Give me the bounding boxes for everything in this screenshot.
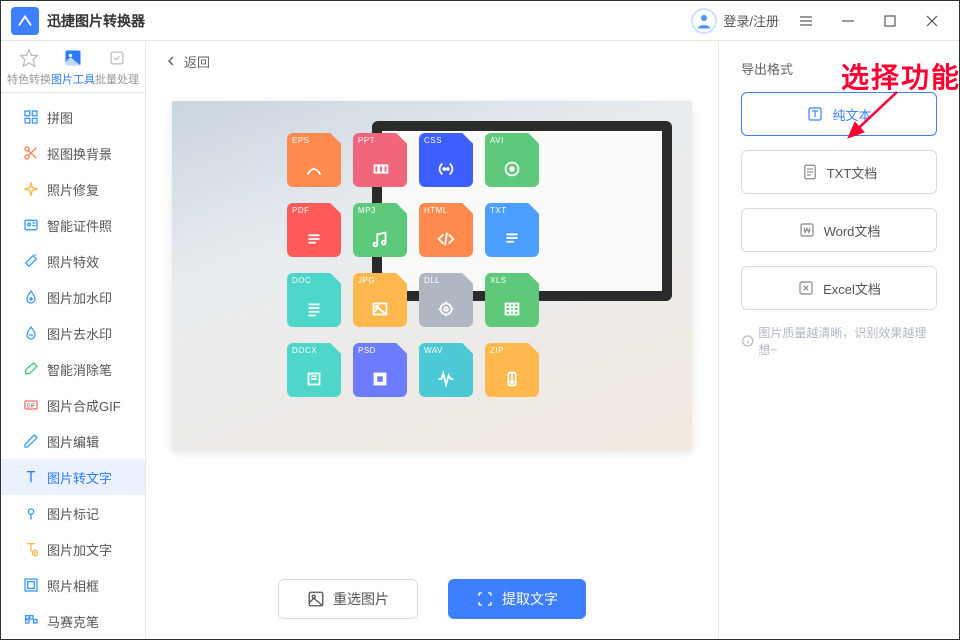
mosaic-icon	[23, 613, 39, 629]
menu-item-gif[interactable]: GIF图片合成GIF	[1, 387, 145, 423]
menu-item-sparkle[interactable]: 照片修复	[1, 171, 145, 207]
file-icon-xls: XLS	[485, 273, 539, 327]
file-icon-ppt: PPT	[353, 133, 407, 187]
doc-icon	[798, 221, 816, 239]
file-icon-avi: AVI	[485, 133, 539, 187]
scan-icon	[476, 590, 494, 608]
menu-item-idcard[interactable]: 智能证件照	[1, 207, 145, 243]
menu-item-mosaic[interactable]: 马赛克笔	[1, 603, 145, 639]
file-icon-html: HTML	[419, 203, 473, 257]
water-remove-icon	[23, 325, 39, 341]
chevron-left-icon	[166, 56, 176, 66]
gif-icon: GIF	[23, 397, 39, 413]
water-add-icon	[23, 289, 39, 305]
menu-item-edit[interactable]: 图片编辑	[1, 423, 145, 459]
menu-item-text[interactable]: 图片转文字	[1, 459, 145, 495]
file-icon-doc: DOC	[287, 273, 341, 327]
preview-image: EPSPPTCSSAVI PDFMP3HTMLTXT DOCJPGDLLXLS DOC…	[172, 101, 692, 451]
menu-item-addtext[interactable]: 图片加文字	[1, 531, 145, 567]
scissors-icon	[23, 145, 39, 161]
text-icon	[23, 469, 39, 485]
sidebar: 特色转换 图片工具 批量处理 拼图抠图换背景照片修复智能证件照照片特效图片加水印…	[1, 41, 146, 639]
file-icon-docx: DOCX	[287, 343, 341, 397]
menu-item-grid[interactable]: 拼图	[1, 99, 145, 135]
back-button[interactable]: 返回	[146, 41, 718, 81]
file-icon-eps: EPS	[287, 133, 341, 187]
eraser-icon	[23, 361, 39, 377]
addtext-icon	[23, 541, 39, 557]
marker-icon	[23, 505, 39, 521]
file-icon-dll: DLL	[419, 273, 473, 327]
titlebar: 迅捷图片转换器 登录/注册	[1, 1, 959, 41]
login-text: 登录/注册	[723, 11, 779, 30]
content-area: 返回 EPSPPTCSSAVI PDFMP3HTMLTXT DOCJPGDLLXLS…	[146, 41, 719, 639]
mode-tab-image-tools[interactable]: 图片工具	[51, 47, 95, 87]
minimize-icon[interactable]	[841, 14, 855, 28]
svg-text:GIF: GIF	[27, 404, 37, 410]
file-icon-zip: ZIP	[485, 343, 539, 397]
file-icon-txt: TXT	[485, 203, 539, 257]
menu-list: 拼图抠图换背景照片修复智能证件照照片特效图片加水印图片去水印智能消除笔GIF图片…	[1, 93, 145, 639]
mode-tab-batch[interactable]: 批量处理	[95, 47, 139, 87]
grid-icon	[23, 109, 39, 125]
mode-tabs: 特色转换 图片工具 批量处理	[1, 41, 145, 93]
window-controls	[799, 14, 939, 28]
login-link[interactable]: 登录/注册	[691, 8, 779, 34]
magic-icon	[23, 253, 39, 269]
hint-text: 图片质量越清晰，识别效果越理想~	[741, 324, 937, 358]
export-option-0[interactable]: 纯文本	[741, 92, 937, 136]
image-icon	[307, 590, 325, 608]
menu-item-frame[interactable]: 照片相框	[1, 567, 145, 603]
file-icon-pdf: PDF	[287, 203, 341, 257]
menu-item-eraser[interactable]: 智能消除笔	[1, 351, 145, 387]
menu-item-water-remove[interactable]: 图片去水印	[1, 315, 145, 351]
maximize-icon[interactable]	[883, 14, 897, 28]
close-icon[interactable]	[925, 14, 939, 28]
file-icon-wav: WAV	[419, 343, 473, 397]
export-option-3[interactable]: Excel文档	[741, 266, 937, 310]
mode-tab-special[interactable]: 特色转换	[7, 47, 51, 87]
file-icon-psd: PSD	[353, 343, 407, 397]
doc-icon	[797, 279, 815, 297]
export-option-2[interactable]: Word文档	[741, 208, 937, 252]
app-title: 迅捷图片转换器	[47, 11, 145, 31]
file-icon-mp3: MP3	[353, 203, 407, 257]
menu-item-marker[interactable]: 图片标记	[1, 495, 145, 531]
sparkle-icon	[23, 181, 39, 197]
doc-icon	[801, 163, 819, 181]
reselect-image-button[interactable]: 重选图片	[278, 579, 418, 619]
annotation-label: 选择功能	[841, 56, 960, 96]
idcard-icon	[23, 217, 39, 233]
doc-icon	[806, 105, 824, 123]
export-title: 导出格式	[741, 59, 793, 78]
info-icon	[741, 334, 754, 348]
menu-item-scissors[interactable]: 抠图换背景	[1, 135, 145, 171]
avatar-icon	[691, 8, 717, 34]
export-option-1[interactable]: TXT文档	[741, 150, 937, 194]
edit-icon	[23, 433, 39, 449]
app-logo	[11, 7, 39, 35]
frame-icon	[23, 577, 39, 593]
extract-text-button[interactable]: 提取文字	[448, 579, 586, 619]
action-bar: 重选图片 提取文字	[146, 559, 718, 639]
file-icon-jpg: JPG	[353, 273, 407, 327]
export-panel: 选择功能 导出格式 纯文本 TXT文档 Word文档 Excel文档 图片质量越清晰，…	[719, 41, 959, 639]
menu-item-magic[interactable]: 照片特效	[1, 243, 145, 279]
menu-item-water-add[interactable]: 图片加水印	[1, 279, 145, 315]
menu-icon[interactable]	[799, 14, 813, 28]
file-icon-css: CSS	[419, 133, 473, 187]
